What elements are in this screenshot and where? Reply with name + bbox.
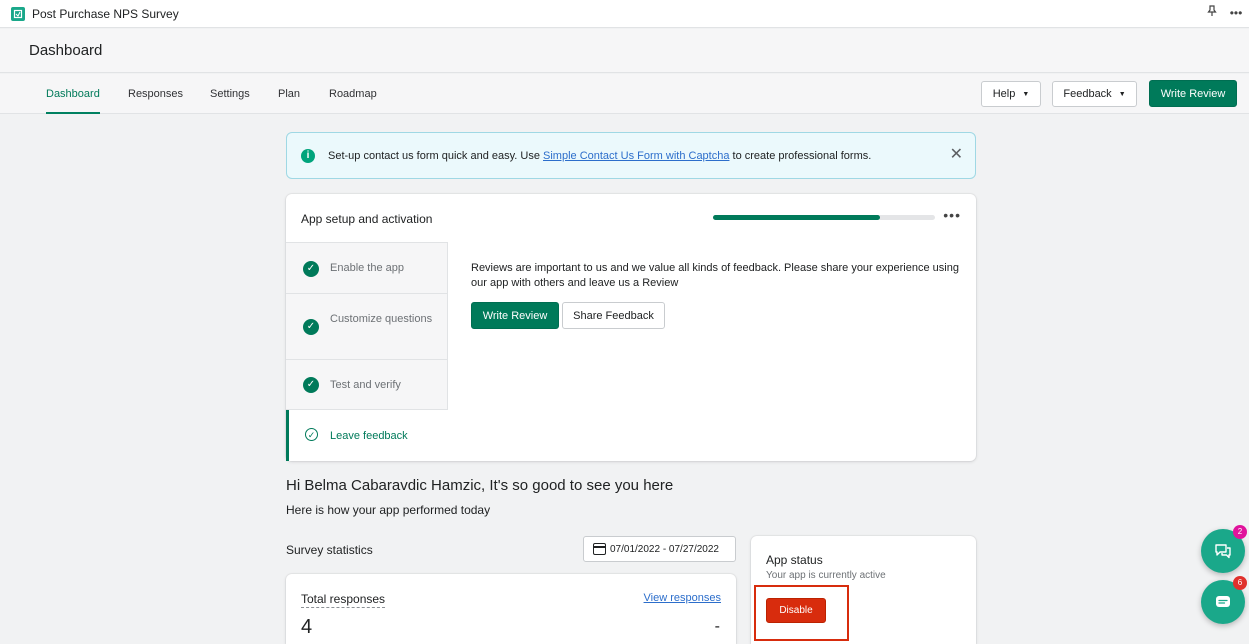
check-circle-icon: ✓: [303, 319, 319, 335]
greeting-subtitle: Here is how your app performed today: [286, 503, 491, 517]
total-responses-card: Total responses View responses 4 -: [286, 574, 736, 644]
setup-progress-bar: [713, 215, 935, 220]
help-dropdown-button[interactable]: Help ▼: [981, 81, 1041, 107]
check-circle-icon: ✓: [303, 261, 319, 277]
check-circle-icon: ✓: [303, 377, 319, 393]
check-circle-outline-icon: ✓: [305, 428, 318, 441]
help-label: Help: [992, 88, 1016, 100]
message-badge: 6: [1233, 576, 1247, 590]
feedback-dropdown-button[interactable]: Feedback ▼: [1052, 81, 1137, 107]
app-logo-icon: [11, 6, 25, 21]
app-topbar: Post Purchase NPS Survey •••: [0, 0, 1249, 28]
page-header: Dashboard: [0, 29, 1249, 73]
step-label: Customize questions: [330, 313, 433, 325]
feedback-text: Reviews are important to us and we value…: [471, 262, 959, 289]
chat-button[interactable]: 2: [1201, 525, 1247, 573]
setup-card: App setup and activation ••• ✓ Enable th…: [286, 194, 976, 461]
app-status-title: App status: [766, 553, 823, 567]
step-test-verify[interactable]: ✓ Test and verify: [286, 359, 448, 410]
chat-bubbles-icon: [1215, 544, 1231, 559]
pin-icon[interactable]: [1205, 5, 1219, 20]
banner-text-after: to create professional forms.: [729, 150, 872, 162]
step-label: Leave feedback: [330, 430, 408, 442]
view-responses-link[interactable]: View responses: [644, 592, 721, 604]
step-enable-app[interactable]: ✓ Enable the app: [286, 242, 448, 293]
feedback-label: Feedback: [1063, 88, 1112, 100]
banner-text-before: Set-up contact us form quick and easy. U…: [328, 150, 544, 162]
info-icon: i: [301, 149, 315, 163]
tab-plan[interactable]: Plan: [278, 74, 300, 114]
total-responses-value: 4: [301, 616, 313, 638]
tab-roadmap[interactable]: Roadmap: [329, 74, 377, 114]
caret-down-icon: ▼: [1022, 90, 1030, 98]
step-customize-questions[interactable]: ✓ Customize questions: [286, 293, 448, 359]
more-icon[interactable]: •••: [1229, 6, 1243, 20]
page-title: Dashboard: [29, 42, 103, 59]
tab-settings[interactable]: Settings: [210, 74, 250, 114]
tab-dashboard[interactable]: Dashboard: [46, 74, 100, 114]
main-nav: Dashboard Responses Settings Plan Roadma…: [0, 74, 1249, 114]
chat-badge: 2: [1233, 525, 1247, 539]
app-status-subtitle: Your app is currently active: [766, 570, 886, 581]
date-range-picker[interactable]: 07/01/2022 - 07/27/2022: [583, 536, 736, 562]
banner-text: Set-up contact us form quick and easy. U…: [328, 150, 871, 162]
greeting-title: Hi Belma Cabaravdic Hamzic, It's so good…: [286, 477, 674, 494]
stats-title: Survey statistics: [286, 543, 373, 557]
message-icon: [1216, 596, 1230, 607]
disable-button[interactable]: Disable: [766, 598, 826, 623]
total-responses-change: -: [714, 618, 720, 635]
setup-progress-fill: [713, 215, 880, 220]
write-review-header-button[interactable]: Write Review: [1149, 80, 1237, 107]
step-label: Enable the app: [330, 262, 405, 274]
close-icon[interactable]: ✕: [950, 145, 963, 165]
info-banner: i Set-up contact us form quick and easy.…: [286, 132, 976, 179]
app-name: Post Purchase NPS Survey: [32, 6, 179, 21]
step-label: Test and verify: [330, 379, 401, 391]
step-leave-feedback[interactable]: ✓ Leave feedback: [286, 410, 448, 461]
total-responses-title: Total responses: [301, 592, 386, 608]
more-icon[interactable]: •••: [943, 207, 961, 223]
date-range-label: 07/01/2022 - 07/27/2022: [610, 543, 719, 555]
message-button[interactable]: 6: [1201, 576, 1247, 624]
tab-responses[interactable]: Responses: [128, 74, 183, 114]
contact-form-link[interactable]: Simple Contact Us Form with Captcha: [543, 150, 729, 162]
write-review-button[interactable]: Write Review: [471, 302, 559, 329]
setup-title: App setup and activation: [301, 212, 433, 226]
caret-down-icon: ▼: [1118, 90, 1126, 98]
share-feedback-button[interactable]: Share Feedback: [562, 302, 665, 329]
calendar-icon: [593, 543, 606, 555]
